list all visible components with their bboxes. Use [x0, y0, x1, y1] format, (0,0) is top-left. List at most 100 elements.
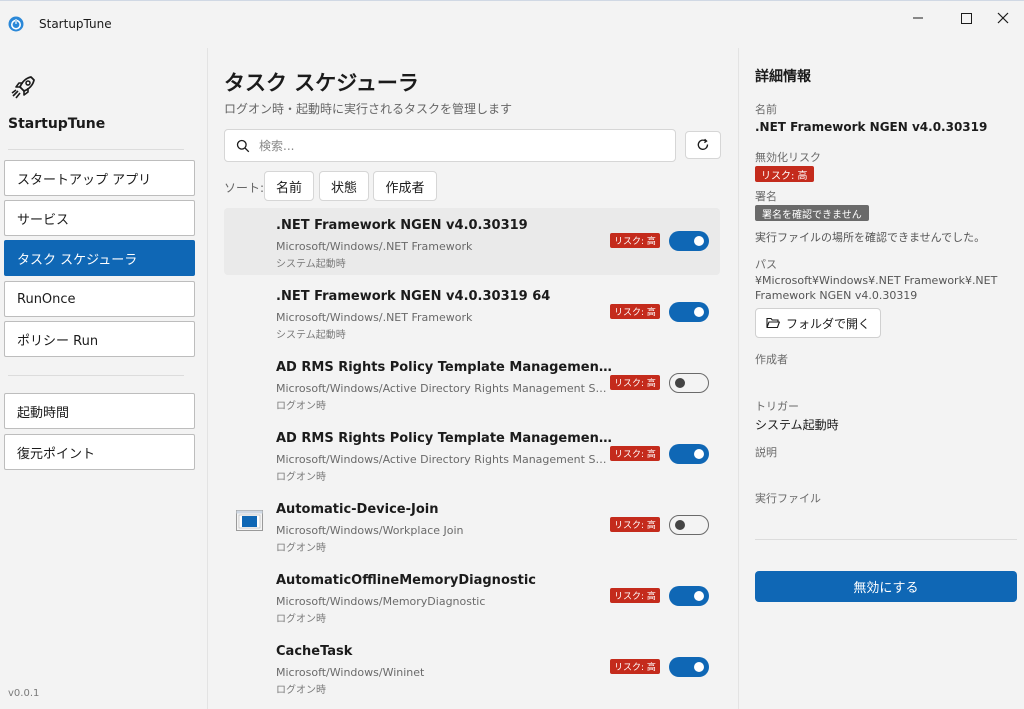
nav-label: タスク スケジューラ — [17, 252, 138, 268]
page-subtitle: ログオン時・起動時に実行されるタスクを管理します — [224, 102, 513, 116]
risk-badge: リスク: 高 — [755, 166, 814, 182]
maximize-icon — [960, 12, 972, 24]
trigger-value: システム起動時 — [755, 418, 839, 432]
search-icon — [236, 139, 250, 153]
nav-services[interactable]: サービス — [4, 200, 195, 236]
task-trigger: ログオン時 — [276, 472, 326, 483]
sidebar: StartupTune スタートアップ アプリ サービス タスク スケジューラ … — [0, 48, 208, 709]
nav-label: 復元ポイント — [17, 446, 96, 462]
nav-startup-apps[interactable]: スタートアップ アプリ — [4, 160, 195, 196]
executable-label: 実行ファイル — [755, 492, 821, 505]
task-row[interactable]: AutomaticOfflineMemoryDiagnostic Microso… — [224, 563, 720, 630]
nav-boot-time[interactable]: 起動時間 — [4, 393, 195, 429]
task-row[interactable]: AD RMS Rights Policy Template Management… — [224, 350, 720, 417]
task-trigger: システム起動時 — [276, 259, 346, 270]
task-name: AutomaticOfflineMemoryDiagnostic — [276, 573, 536, 588]
window-title: StartupTune — [39, 17, 112, 31]
nav-task-scheduler[interactable]: タスク スケジューラ — [4, 240, 195, 276]
risk-badge: リスク: 高 — [610, 659, 660, 674]
task-enabled-toggle[interactable] — [669, 231, 709, 251]
task-list[interactable]: .NET Framework NGEN v4.0.30319 Microsoft… — [224, 208, 722, 709]
nav-label: 起動時間 — [17, 405, 70, 421]
nav-label: スタートアップ アプリ — [17, 172, 152, 188]
task-row[interactable]: .NET Framework NGEN v4.0.30319 Microsoft… — [224, 208, 720, 275]
risk-badge: リスク: 高 — [610, 517, 660, 532]
risk-badge: リスク: 高 — [610, 588, 660, 603]
risk-badge: リスク: 高 — [610, 446, 660, 461]
toggle-knob — [694, 307, 704, 317]
task-trigger: システム起動時 — [276, 330, 346, 341]
path-value: ¥Microsoft¥Windows¥.NET Framework¥.NET F… — [755, 274, 998, 302]
task-name: .NET Framework NGEN v4.0.30319 — [276, 218, 528, 233]
detail-title: 詳細情報 — [755, 69, 811, 85]
task-enabled-toggle[interactable] — [669, 657, 709, 677]
maximize-button[interactable] — [946, 7, 986, 29]
task-name: AD RMS Rights Policy Template Management… — [276, 431, 616, 446]
rocket-icon — [11, 76, 35, 99]
task-path: Microsoft/Windows/MemoryDiagnostic — [276, 595, 486, 608]
risk-badge: リスク: 高 — [610, 233, 660, 248]
task-row[interactable]: CacheTask Microsoft/Windows/Wininet ログオン… — [224, 634, 720, 701]
task-path: Microsoft/Windows/Active Directory Right… — [276, 382, 609, 395]
task-trigger: ログオン時 — [276, 614, 326, 625]
task-trigger: ログオン時 — [276, 685, 326, 696]
nav-label: RunOnce — [17, 291, 76, 307]
folder-open-icon — [766, 317, 780, 329]
risk-badge: リスク: 高 — [610, 304, 660, 319]
author-label: 作成者 — [755, 353, 788, 366]
task-enabled-toggle[interactable] — [669, 586, 709, 606]
task-enabled-toggle[interactable] — [669, 444, 709, 464]
sort-by-state-button[interactable]: 状態 — [319, 171, 369, 201]
sort-label: ソート: — [224, 181, 265, 195]
nav-runonce[interactable]: RunOnce — [4, 281, 195, 317]
signature-note: 実行ファイルの場所を確認できませんでした。 — [755, 231, 986, 244]
task-row[interactable]: AD RMS Rights Policy Template Management… — [224, 421, 720, 488]
sidebar-divider — [8, 149, 184, 150]
task-row[interactable]: Automatic-Device-Join Microsoft/Windows/… — [224, 492, 720, 559]
version-label: v0.0.1 — [8, 688, 40, 699]
task-trigger: ログオン時 — [276, 401, 326, 412]
search-input[interactable] — [259, 137, 659, 155]
toggle-knob — [694, 591, 704, 601]
task-enabled-toggle[interactable] — [669, 302, 709, 322]
nav-label: サービス — [17, 212, 70, 228]
name-label: 名前 — [755, 103, 777, 116]
close-icon — [997, 12, 1009, 24]
task-name: CacheTask — [276, 644, 353, 659]
task-name: AD RMS Rights Policy Template Management… — [276, 360, 616, 375]
toggle-knob — [675, 520, 685, 530]
detail-panel: 詳細情報 名前 .NET Framework NGEN v4.0.30319 無… — [738, 48, 1024, 709]
nav-policy-run[interactable]: ポリシー Run — [4, 321, 195, 357]
risk-label: 無効化リスク — [755, 151, 821, 164]
task-enabled-toggle[interactable] — [669, 515, 709, 535]
task-name: .NET Framework NGEN v4.0.30319 64 — [276, 289, 551, 304]
task-name: Automatic-Device-Join — [276, 502, 439, 517]
close-button[interactable] — [983, 7, 1023, 29]
sort-by-author-button[interactable]: 作成者 — [373, 171, 437, 201]
open-folder-button[interactable]: フォルダで開く — [755, 308, 882, 338]
trigger-label: トリガー — [755, 400, 799, 413]
toggle-knob — [694, 449, 704, 459]
task-trigger: ログオン時 — [276, 543, 326, 554]
name-value: .NET Framework NGEN v4.0.30319 — [755, 120, 988, 134]
signature-badge: 署名を確認できません — [755, 205, 869, 221]
task-path: Microsoft/Windows/.NET Framework — [276, 240, 473, 253]
sidebar-divider — [8, 375, 184, 376]
task-enabled-toggle[interactable] — [669, 373, 709, 393]
power-icon — [8, 16, 24, 32]
nav-label: ポリシー Run — [17, 333, 99, 349]
detail-divider — [755, 539, 1017, 540]
task-path: Microsoft/Windows/Workplace Join — [276, 524, 464, 537]
path-label: パス — [755, 258, 777, 271]
minimize-button[interactable] — [898, 7, 938, 29]
search-box[interactable] — [224, 129, 676, 162]
title-bar: StartupTune — [0, 0, 1024, 48]
brand-name: StartupTune — [8, 116, 106, 132]
refresh-icon — [697, 138, 709, 150]
nav-restore-point[interactable]: 復元ポイント — [4, 434, 195, 470]
sort-by-name-button[interactable]: 名前 — [264, 171, 314, 201]
refresh-button[interactable] — [685, 131, 721, 159]
task-row[interactable]: .NET Framework NGEN v4.0.30319 64 Micros… — [224, 279, 720, 346]
main-panel: タスク スケジューラ ログオン時・起動時に実行されるタスクを管理します ソート:… — [209, 48, 737, 709]
disable-button[interactable]: 無効にする — [755, 571, 1017, 602]
